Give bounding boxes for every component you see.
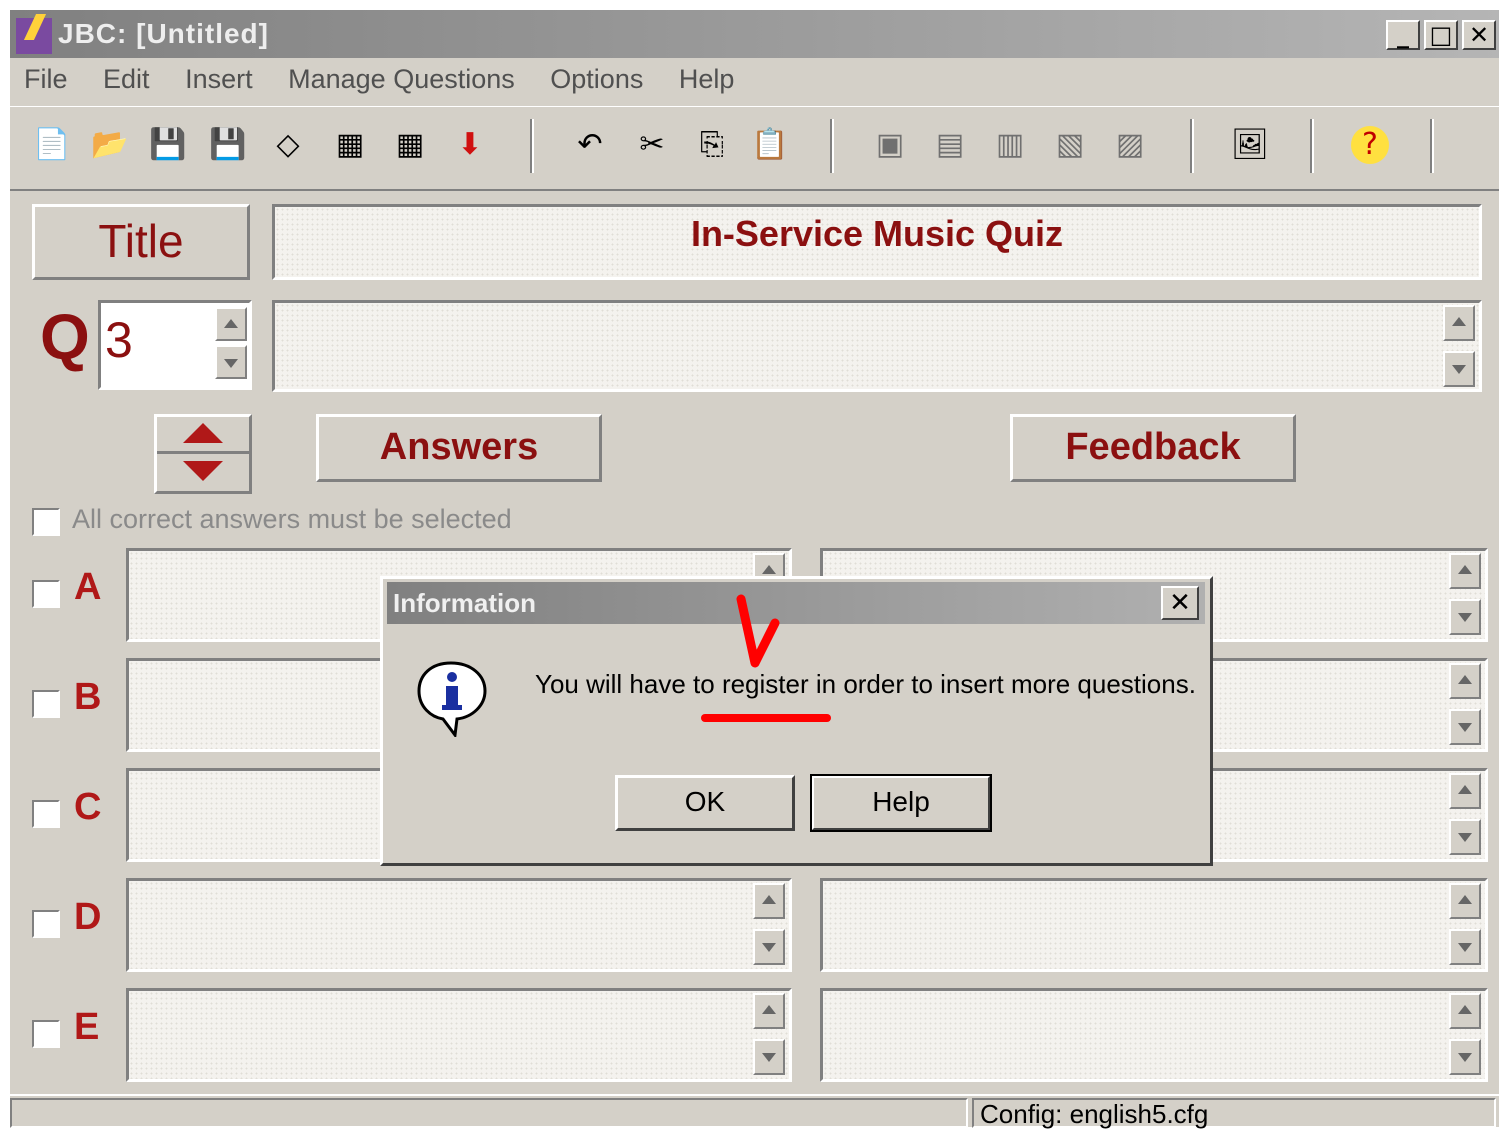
layers-icon[interactable]: ▤ [928,123,972,167]
move-down-icon [183,461,223,481]
insert-arrow-icon[interactable]: ⬇ [448,123,492,167]
paste-icon[interactable]: 📋 [748,123,792,167]
answer-c-label: C [74,786,102,828]
maximize-button[interactable]: □ [1424,20,1458,50]
scroll-down-button[interactable] [1449,599,1481,635]
web-export-5-icon[interactable]: ▦ [328,123,372,167]
status-config: Config: english5.cfg [972,1098,1496,1128]
scroll-down-button[interactable] [1443,351,1475,387]
menu-options[interactable]: Options [550,64,643,94]
spin-up-button[interactable] [215,307,247,341]
scroll-down-button[interactable] [753,929,785,965]
close-window-button[interactable]: ✕ [1462,20,1496,50]
answer-c-checkbox[interactable] [32,800,60,828]
all-correct-label: All correct answers must be selected [72,504,512,534]
title-bar: JBC: [Untitled] _ □ ✕ [10,10,1499,58]
answer-e-checkbox[interactable] [32,1020,60,1048]
shuffle-icon[interactable]: ▥ [988,123,1032,167]
copy-icon[interactable]: ⎘ [690,123,734,167]
toolbar-separator [530,119,534,173]
title-value: In-Service Music Quiz [690,213,1064,254]
open-folder-icon[interactable]: 📂 [88,123,132,167]
toolbar-separator [1430,119,1434,173]
all-correct-checkbox[interactable] [32,508,60,536]
feedback-button[interactable]: Feedback [1010,414,1296,482]
menu-insert[interactable]: Insert [185,64,253,94]
menu-file[interactable]: File [24,64,68,94]
answer-d-label: D [74,896,102,938]
undo-icon[interactable]: ↶ [568,123,612,167]
scroll-up-button[interactable] [1443,305,1475,341]
app-icon [16,18,52,54]
scroll-up-button[interactable] [1449,663,1481,699]
cut-icon[interactable]: ✂ [630,123,674,167]
scroll-up-button[interactable] [1449,773,1481,809]
scroll-down-button[interactable] [1449,1039,1481,1075]
scroll-up-button[interactable] [753,883,785,919]
status-cell-main [10,1098,968,1128]
annotation-arrow-icon [736,594,780,668]
menu-manage-questions[interactable]: Manage Questions [288,64,515,94]
unicode-icon[interactable]: ▨ [1108,123,1152,167]
feedback-e-field[interactable] [820,988,1488,1082]
spin-down-button[interactable] [215,345,247,379]
ok-button[interactable]: OK [615,775,795,831]
preview-icon[interactable]: 🖼 [1228,123,1272,167]
filter-icon[interactable]: ▧ [1048,123,1092,167]
help-button[interactable]: Help [810,774,992,832]
save-icon[interactable]: 💾 [146,123,190,167]
info-icon [417,661,487,737]
dialog-message: You will have to register in order to in… [535,669,1196,699]
dialog-close-button[interactable]: ✕ [1161,586,1199,620]
answer-b-label: B [74,676,102,718]
information-dialog: Information ✕ You will have to register … [380,576,1213,866]
image-icon[interactable]: ▣ [868,123,912,167]
answers-button[interactable]: Answers [316,414,602,482]
toolbar-separator [1310,119,1314,173]
dialog-title-bar: Information ✕ [387,582,1205,624]
answer-b-checkbox[interactable] [32,690,60,718]
toolbar-separator [1190,119,1194,173]
web-export-6-icon[interactable]: ▦ [388,123,432,167]
dialog-title: Information [393,588,536,618]
menu-help[interactable]: Help [679,64,735,94]
question-text-field[interactable] [272,300,1482,392]
question-label: Q [40,301,90,373]
app-window: JBC: [Untitled] _ □ ✕ File Edit Insert M… [8,10,1499,1129]
feedback-d-field[interactable] [820,878,1488,972]
minimize-button[interactable]: _ [1386,20,1420,50]
answer-a-checkbox[interactable] [32,580,60,608]
move-up-icon [183,423,223,443]
title-field[interactable]: In-Service Music Quiz [272,204,1482,280]
answer-d-checkbox[interactable] [32,910,60,938]
scroll-down-button[interactable] [753,1039,785,1075]
menu-edit[interactable]: Edit [103,64,150,94]
scroll-down-button[interactable] [1449,819,1481,855]
scroll-up-button[interactable] [753,993,785,1029]
answer-e-label: E [74,1006,100,1048]
toolbar: 📄 📂 💾 💾 ◇ ▦ ▦ ⬇ ↶ ✂ ⎘ 📋 ▣ ▤ ▥ ▧ ▨ 🖼 ? [10,106,1499,191]
answer-e-field[interactable] [126,988,792,1082]
reorder-divider [157,451,249,454]
eraser-icon[interactable]: ◇ [266,123,310,167]
question-number-spinner[interactable]: 3 [98,300,252,390]
new-file-icon[interactable]: 📄 [30,123,74,167]
save-as-icon[interactable]: 💾 [206,123,250,167]
scroll-up-button[interactable] [1449,553,1481,589]
status-bar: Config: english5.cfg [10,1094,1499,1129]
menu-bar: File Edit Insert Manage Questions Option… [24,64,762,104]
scroll-down-button[interactable] [1449,929,1481,965]
question-number: 3 [105,312,133,368]
scroll-up-button[interactable] [1449,993,1481,1029]
help-icon[interactable]: ? [1348,123,1392,167]
scroll-up-button[interactable] [1449,883,1481,919]
scroll-down-button[interactable] [1449,709,1481,745]
answer-d-field[interactable] [126,878,792,972]
title-button[interactable]: Title [32,204,250,280]
toolbar-separator [830,119,834,173]
answer-a-label: A [74,566,102,608]
annotation-underline [701,714,831,722]
reorder-button[interactable] [154,414,252,494]
window-title: JBC: [Untitled] [58,18,269,49]
